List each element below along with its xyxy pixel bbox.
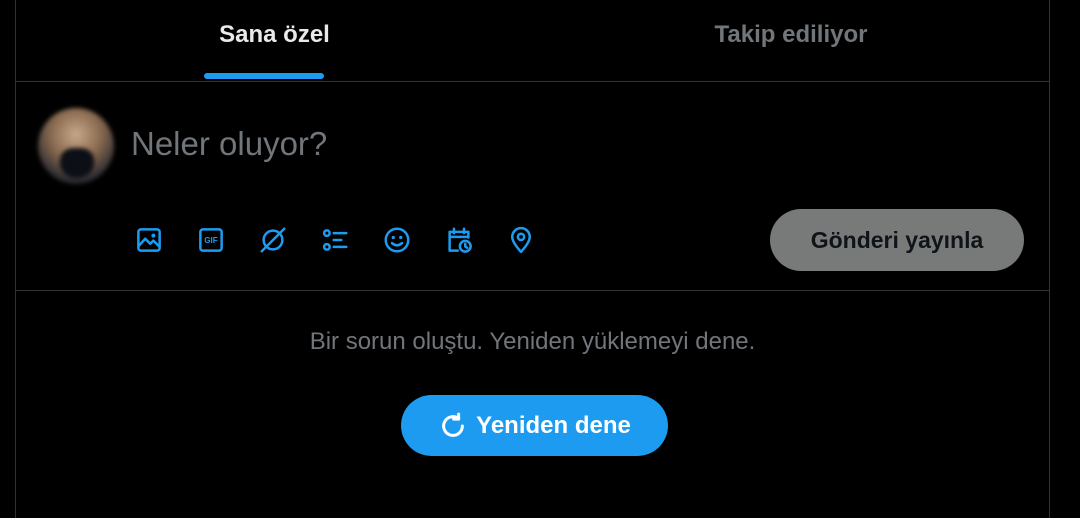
svg-text:GIF: GIF <box>204 236 218 245</box>
emoji-icon[interactable] <box>378 221 416 259</box>
grok-icon[interactable] <box>254 221 292 259</box>
location-icon[interactable] <box>502 221 540 259</box>
tab-for-you[interactable]: Sana özel <box>16 0 533 81</box>
image-icon[interactable] <box>130 221 168 259</box>
timeline-tabs: Sana özel Takip ediliyor <box>16 0 1049 82</box>
avatar-detail <box>60 148 94 178</box>
retry-label: Yeniden dene <box>476 411 631 439</box>
retry-button[interactable]: Yeniden dene <box>401 395 668 456</box>
poll-icon[interactable] <box>316 221 354 259</box>
timeline-column: Sana özel Takip ediliyor GIF <box>15 0 1050 518</box>
error-message: Bir sorun oluştu. Yeniden yüklemeyi dene… <box>309 328 756 355</box>
tab-for-you-label: Sana özel <box>219 21 330 48</box>
post-button[interactable]: Gönderi yayınla <box>770 209 1024 271</box>
avatar[interactable] <box>38 108 114 184</box>
post-composer: GIF <box>16 82 1049 291</box>
tab-following-label: Takip ediliyor <box>714 21 868 48</box>
composer-toolbar: GIF <box>130 221 564 259</box>
refresh-icon <box>438 411 468 441</box>
schedule-icon[interactable] <box>440 221 478 259</box>
tab-following[interactable]: Takip ediliyor <box>533 0 1049 81</box>
active-tab-indicator <box>204 73 324 79</box>
gif-icon[interactable]: GIF <box>192 221 230 259</box>
compose-input[interactable] <box>131 120 931 168</box>
